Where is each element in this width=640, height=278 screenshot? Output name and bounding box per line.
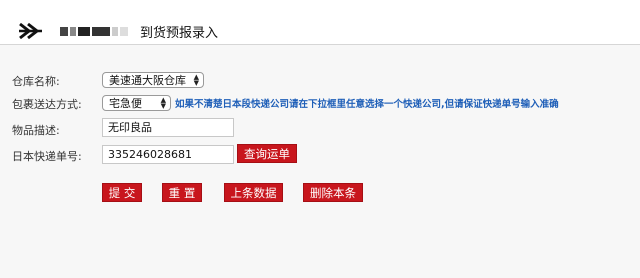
delivery-method-select[interactable]: 宅急便 ▲ ▼ — [102, 95, 171, 111]
select-arrows-icon: ▲ ▼ — [160, 96, 166, 110]
warehouse-select-value: 美速通大阪仓库 — [109, 74, 186, 87]
page-header: 到货预报录入 — [0, 0, 640, 44]
page-title: 到货预报录入 — [140, 26, 219, 41]
delete-entry-button[interactable]: 删除本条 — [303, 183, 363, 202]
submit-button[interactable]: 提 交 — [102, 183, 142, 202]
description-label: 物品描述: — [12, 124, 60, 137]
warehouse-select[interactable]: 美速通大阪仓库 ▲ ▼ — [102, 72, 204, 88]
arrow-logo-icon — [19, 22, 42, 40]
delivery-method-select-value: 宅急便 — [109, 97, 142, 110]
previous-data-button[interactable]: 上条数据 — [224, 183, 283, 202]
tracking-number-input[interactable]: 335246028681 — [102, 145, 234, 164]
header-divider — [0, 44, 640, 45]
warehouse-label: 仓库名称: — [12, 75, 60, 88]
redacted-account-name — [60, 26, 128, 37]
delivery-hint: 如果不清楚日本段快递公司请在下拉框里任意选择一个快递公司,但请保证快递单号输入准… — [175, 99, 559, 110]
tracking-label: 日本快递单号: — [12, 150, 82, 163]
select-arrows-icon: ▲ ▼ — [193, 73, 199, 87]
reset-button[interactable]: 重 置 — [162, 183, 202, 202]
query-waybill-button[interactable]: 查询运单 — [237, 144, 297, 163]
delivery-label: 包裹送达方式: — [12, 98, 82, 111]
description-input[interactable]: 无印良品 — [102, 118, 234, 137]
